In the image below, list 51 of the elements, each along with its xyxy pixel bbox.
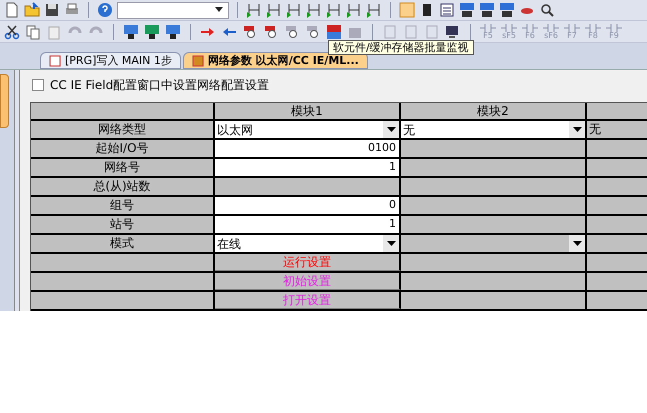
contact-icon <box>522 24 538 32</box>
magnifier-icon[interactable] <box>263 24 279 40</box>
dropdown-field[interactable]: 无 <box>401 121 587 138</box>
ladder-icon[interactable] <box>266 2 282 18</box>
table-cell-text: 无 <box>588 121 602 138</box>
input-field[interactable]: 1 <box>215 216 401 233</box>
function-key-button[interactable]: F8 <box>585 24 601 40</box>
function-key-button[interactable]: sF5 <box>501 24 517 40</box>
caret-icon <box>386 127 396 132</box>
contact-icon <box>606 24 622 32</box>
magnifier-icon[interactable] <box>242 24 258 40</box>
caret-icon <box>572 241 582 246</box>
input-field[interactable]: 0 <box>215 197 401 214</box>
function-key-button[interactable]: F9 <box>606 24 622 40</box>
magnifier-icon[interactable] <box>305 24 321 40</box>
tab[interactable]: 网络参数 以太网/CC IE/ML... <box>182 52 368 69</box>
function-key-button[interactable]: F6 <box>522 24 538 40</box>
settings-button[interactable]: 初始设置 <box>215 273 401 290</box>
input-field[interactable]: 0100 <box>215 140 401 157</box>
caret-icon <box>386 241 396 246</box>
contact-icon <box>480 24 496 32</box>
column-header: 模块2 <box>401 103 587 119</box>
folder-icon[interactable] <box>24 2 40 18</box>
tab[interactable]: [PRG]写入 MAIN 1步 <box>40 52 181 69</box>
scissors-icon[interactable] <box>4 24 20 40</box>
combo-field[interactable] <box>117 2 229 18</box>
caret-icon <box>214 7 224 13</box>
ladder-icon[interactable] <box>286 2 302 18</box>
contact-icon <box>501 24 517 32</box>
function-key-button[interactable]: F7 <box>564 24 580 40</box>
computer-icon[interactable] <box>445 24 461 40</box>
contact-icon <box>564 24 580 32</box>
contact-icon <box>585 24 601 32</box>
function-key-button[interactable]: sF6 <box>543 24 559 40</box>
ladder-icon[interactable] <box>246 2 262 18</box>
caret-icon <box>572 127 582 132</box>
list-icon[interactable] <box>439 2 455 18</box>
contact-icon <box>543 24 559 32</box>
dropdown-field[interactable]: 以太网 <box>215 121 401 138</box>
dropdown-field[interactable]: 在线 <box>215 235 401 252</box>
settings-button[interactable]: 运行设置 <box>215 254 401 271</box>
settings-button[interactable]: 打开设置 <box>215 292 401 309</box>
input-field[interactable]: 1 <box>215 159 401 176</box>
copy-icon[interactable] <box>25 24 41 40</box>
help-icon[interactable] <box>97 2 113 18</box>
checkbox-label: CC IE Field配置窗口中设置网络配置设置 <box>50 77 270 94</box>
magnifier-icon[interactable] <box>284 24 300 40</box>
checkbox[interactable] <box>32 79 44 91</box>
column-header: 模块1 <box>215 103 401 119</box>
function-key-button[interactable]: F5 <box>480 24 496 40</box>
tooltip: 软元件/缓冲存储器批量监视 <box>328 40 474 55</box>
